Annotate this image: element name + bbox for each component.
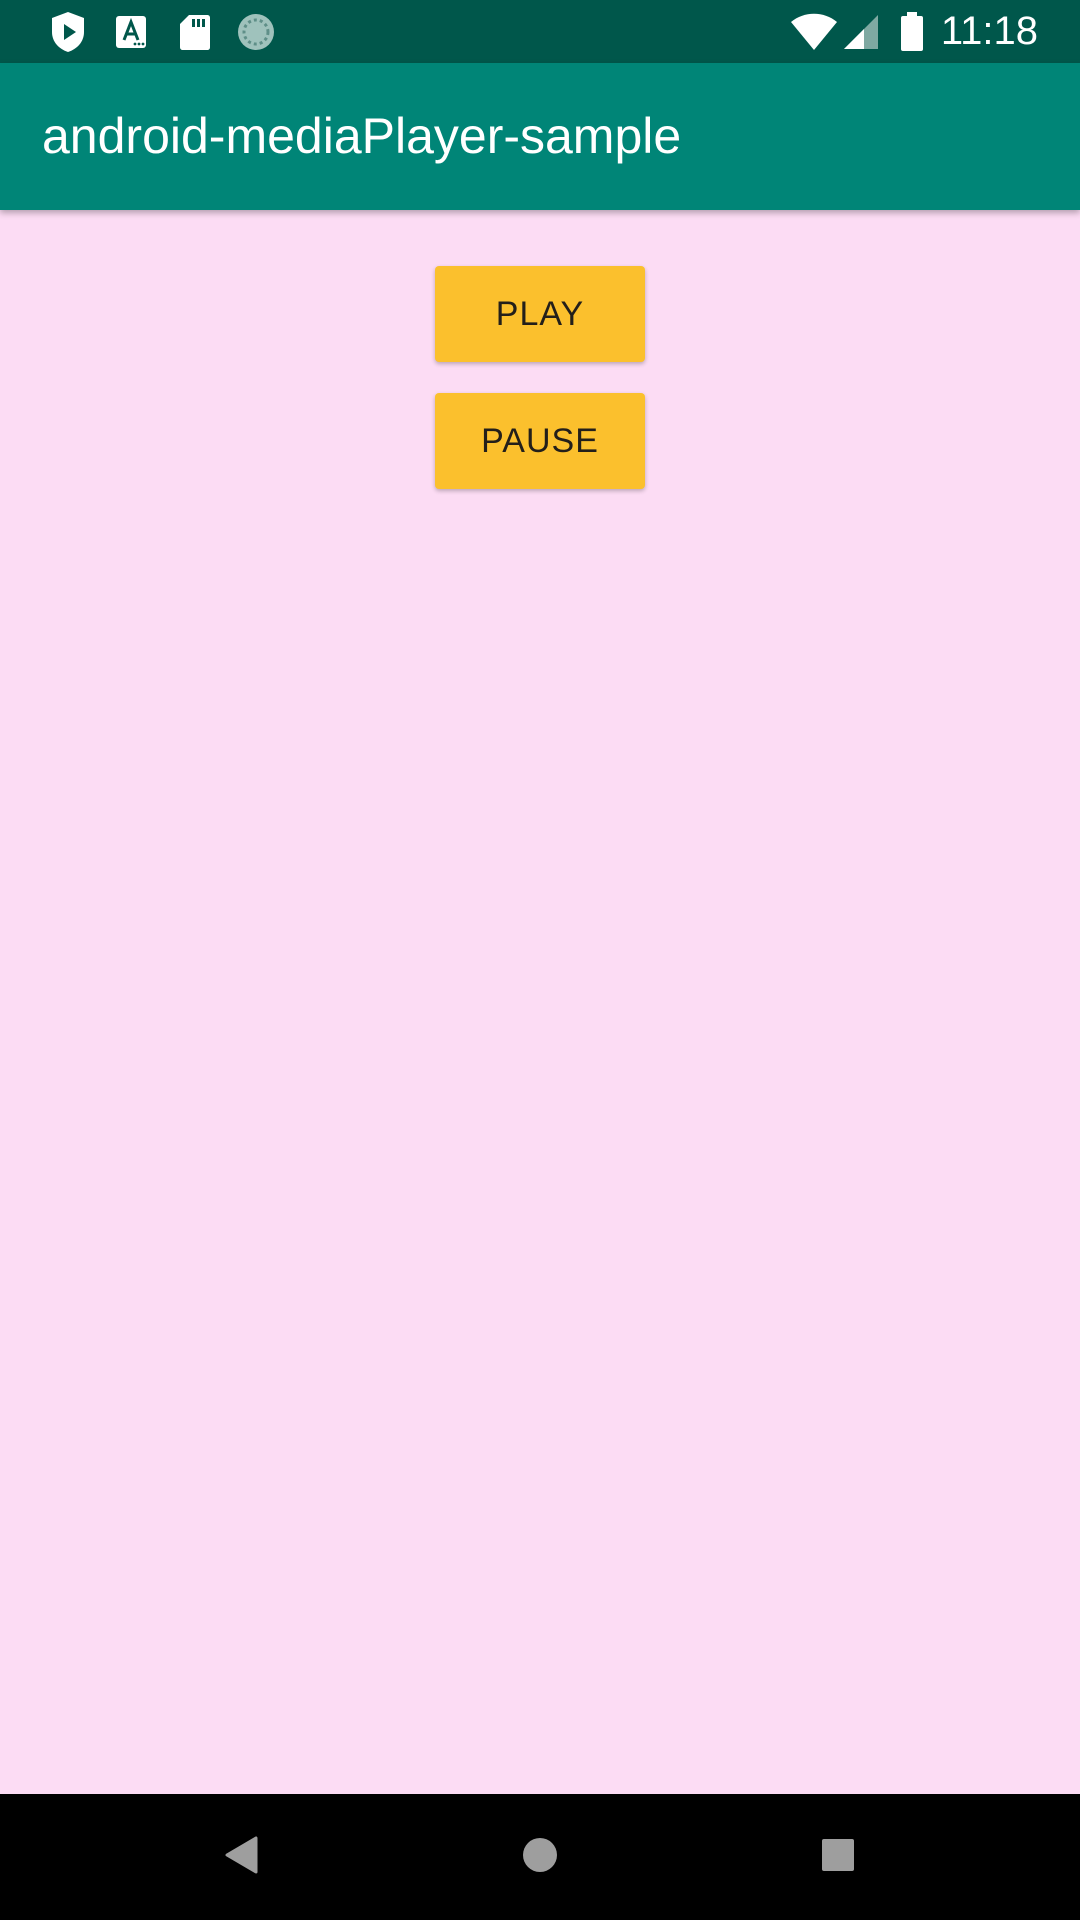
app-toolbar: android-mediaPlayer-sample bbox=[0, 63, 1080, 210]
font-a-icon bbox=[114, 0, 148, 63]
recents-icon bbox=[821, 1838, 855, 1877]
back-icon bbox=[224, 1836, 258, 1879]
battery-icon bbox=[900, 0, 924, 63]
status-bar: 11:18 bbox=[0, 0, 1080, 63]
sd-card-icon bbox=[178, 0, 212, 63]
navigation-bar bbox=[0, 1794, 1080, 1920]
app-title: android-mediaPlayer-sample bbox=[42, 108, 682, 164]
play-button[interactable]: PLAY bbox=[435, 266, 645, 362]
play-protect-icon bbox=[48, 0, 88, 63]
back-button[interactable] bbox=[181, 1794, 301, 1920]
status-time: 11:18 bbox=[940, 9, 1038, 53]
main-content: PLAY PAUSE bbox=[0, 210, 1080, 1794]
pause-button[interactable]: PAUSE bbox=[435, 393, 645, 489]
cellular-signal-icon bbox=[842, 0, 880, 63]
home-icon bbox=[522, 1837, 558, 1878]
sync-spinner-icon bbox=[236, 0, 276, 63]
recents-button[interactable] bbox=[778, 1794, 898, 1920]
wifi-icon bbox=[790, 0, 838, 63]
home-button[interactable] bbox=[480, 1794, 600, 1920]
